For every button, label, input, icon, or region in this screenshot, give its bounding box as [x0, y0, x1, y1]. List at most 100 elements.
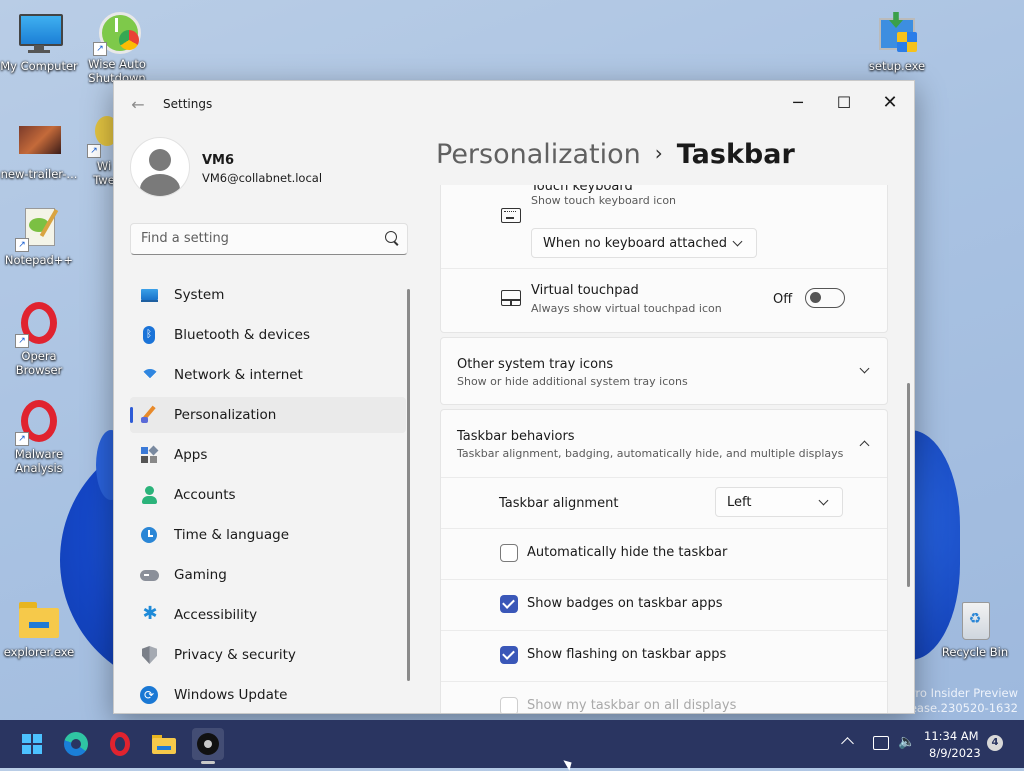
installer-icon: [875, 12, 919, 56]
desktop-icon-setup[interactable]: setup.exe: [858, 12, 936, 73]
system-tray-card: Touch keyboard Show touch keyboard icon …: [440, 185, 888, 333]
sidebar-item-bluetooth[interactable]: ᛒ Bluetooth & devices: [130, 317, 406, 353]
sidebar-item-accounts[interactable]: Accounts: [130, 477, 406, 513]
taskbar-behaviors-card: Taskbar behaviors Taskbar alignment, bad…: [440, 409, 888, 713]
monitor-icon: [17, 12, 63, 56]
settings-window: ← Settings ─ ☐ ✕ VM6 VM6@collabnet.local…: [113, 80, 915, 714]
sidebar-item-apps[interactable]: Apps: [130, 437, 406, 473]
close-button[interactable]: ✕: [867, 87, 913, 119]
virtual-touchpad-title: Virtual touchpad: [531, 283, 639, 298]
minimize-button[interactable]: ─: [775, 87, 821, 119]
chevron-up-icon[interactable]: [841, 737, 854, 750]
sidebar-item-system[interactable]: System: [130, 277, 406, 313]
search-input[interactable]: Find a setting: [130, 223, 408, 255]
desktop-icon-opera-browser[interactable]: ↗ Opera Browser: [0, 302, 78, 377]
touch-keyboard-title: Touch keyboard: [531, 185, 633, 194]
touchpad-icon: [501, 290, 521, 306]
accounts-icon: [140, 486, 158, 504]
sidebar-item-time-language[interactable]: Time & language: [130, 517, 406, 553]
opera-icon[interactable]: [104, 728, 136, 760]
chevron-down-icon: [732, 236, 743, 247]
folder-icon: [17, 598, 61, 642]
virtual-touchpad-subtitle: Always show virtual touchpad icon: [531, 302, 722, 315]
auto-hide-checkbox[interactable]: [500, 544, 518, 562]
edge-icon[interactable]: [60, 728, 92, 760]
show-badges-checkbox[interactable]: [500, 595, 518, 613]
sidebar-item-accessibility[interactable]: ✱ Accessibility: [130, 597, 406, 633]
maximize-button[interactable]: ☐: [821, 87, 867, 119]
title-bar[interactable]: ← Settings ─ ☐ ✕: [114, 81, 914, 129]
sidebar-item-network[interactable]: Network & internet: [130, 357, 406, 393]
search-placeholder: Find a setting: [141, 231, 229, 246]
sidebar-item-windows-update[interactable]: ⟳ Windows Update: [130, 677, 406, 713]
chevron-down-icon: [818, 495, 829, 506]
opera-icon: ↗: [15, 400, 61, 446]
virtual-touchpad-state: Off: [773, 292, 793, 307]
system-icon: [140, 286, 158, 304]
other-tray-subtitle: Show or hide additional system tray icon…: [457, 375, 688, 388]
desktop-icon-wise-auto-shutdown[interactable]: ↗ Wise Auto Shutdown: [78, 10, 156, 85]
auto-hide-label: Automatically hide the taskbar: [527, 545, 728, 560]
settings-gear-icon[interactable]: [192, 728, 224, 764]
settings-content: Touch keyboard Show touch keyboard icon …: [440, 185, 888, 713]
all-displays-checkbox[interactable]: [500, 697, 518, 713]
clock-time[interactable]: 11:34 AM: [924, 729, 979, 743]
breadcrumb-separator: ›: [654, 141, 663, 165]
breadcrumb-parent[interactable]: Personalization: [436, 139, 641, 170]
taskbar-alignment-label: Taskbar alignment: [499, 496, 619, 511]
page-title: Taskbar: [676, 139, 795, 170]
sidebar-item-personalization[interactable]: Personalization: [130, 397, 406, 433]
keyboard-icon: [501, 208, 521, 223]
behaviors-subtitle: Taskbar alignment, badging, automaticall…: [457, 447, 844, 460]
show-badges-label: Show badges on taskbar apps: [527, 596, 723, 611]
avatar: [130, 137, 190, 197]
notepad-icon: ↗: [15, 206, 61, 252]
shutdown-clock-icon: ↗: [93, 10, 141, 56]
desktop-icon-my-computer[interactable]: My Computer: [0, 12, 78, 73]
shield-icon: [140, 646, 158, 664]
content-scrollbar[interactable]: [907, 383, 910, 587]
bluetooth-icon: ᛒ: [140, 326, 158, 344]
desktop-icon-recycle-bin[interactable]: ♻ Recycle Bin: [936, 598, 1014, 659]
virtual-touchpad-toggle[interactable]: [805, 288, 845, 308]
clock-icon: [140, 526, 158, 544]
touch-keyboard-subtitle: Show touch keyboard icon: [531, 194, 677, 207]
video-thumbnail-icon: [17, 120, 61, 164]
show-flashing-checkbox[interactable]: [500, 646, 518, 664]
other-tray-icons-card[interactable]: Other system tray icons Show or hide add…: [440, 337, 888, 405]
file-explorer-icon[interactable]: [148, 728, 180, 760]
apps-icon: [140, 445, 159, 464]
desktop-icon-explorer[interactable]: explorer.exe: [0, 598, 78, 659]
search-icon[interactable]: [385, 231, 397, 243]
sidebar-scrollbar[interactable]: [407, 289, 410, 681]
touch-keyboard-dropdown[interactable]: When no keyboard attached: [531, 228, 757, 258]
desktop-icon-new-trailer[interactable]: new-trailer-...: [0, 120, 78, 181]
taskbar: 🔈: [0, 720, 1024, 768]
watermark-line-1: Pro Insider Preview: [908, 686, 1018, 700]
notification-badge[interactable]: 4: [987, 735, 1003, 751]
user-name: VM6: [202, 153, 235, 168]
desktop-icon-notepad-plus-plus[interactable]: ↗ Notepad++: [0, 206, 78, 267]
user-email: VM6@collabnet.local: [202, 171, 323, 185]
all-displays-label: Show my taskbar on all displays: [527, 698, 737, 713]
volume-icon[interactable]: 🔈: [898, 734, 915, 750]
brush-icon: [140, 405, 158, 424]
wifi-icon: [140, 366, 159, 387]
taskbar-alignment-dropdown[interactable]: Left: [715, 487, 843, 517]
back-button[interactable]: ←: [128, 95, 148, 115]
desktop-icon-malware-analysis[interactable]: ↗ Malware Analysis: [0, 400, 78, 475]
gamepad-icon: [140, 566, 159, 584]
clock-date[interactable]: 8/9/2023: [929, 746, 981, 760]
window-title: Settings: [163, 97, 213, 111]
breadcrumb: Personalization › Taskbar: [436, 139, 795, 170]
chevron-down-icon[interactable]: [859, 363, 870, 374]
sidebar-item-privacy-security[interactable]: Privacy & security: [130, 637, 406, 673]
opera-icon: ↗: [15, 302, 61, 348]
accessibility-icon: ✱: [142, 603, 158, 624]
sidebar-item-gaming[interactable]: Gaming: [130, 557, 406, 593]
behaviors-title: Taskbar behaviors: [457, 429, 575, 444]
chevron-up-icon[interactable]: [859, 440, 870, 451]
network-icon[interactable]: [873, 736, 889, 750]
start-button[interactable]: [16, 728, 48, 760]
recycle-bin-icon: ♻: [953, 598, 997, 642]
